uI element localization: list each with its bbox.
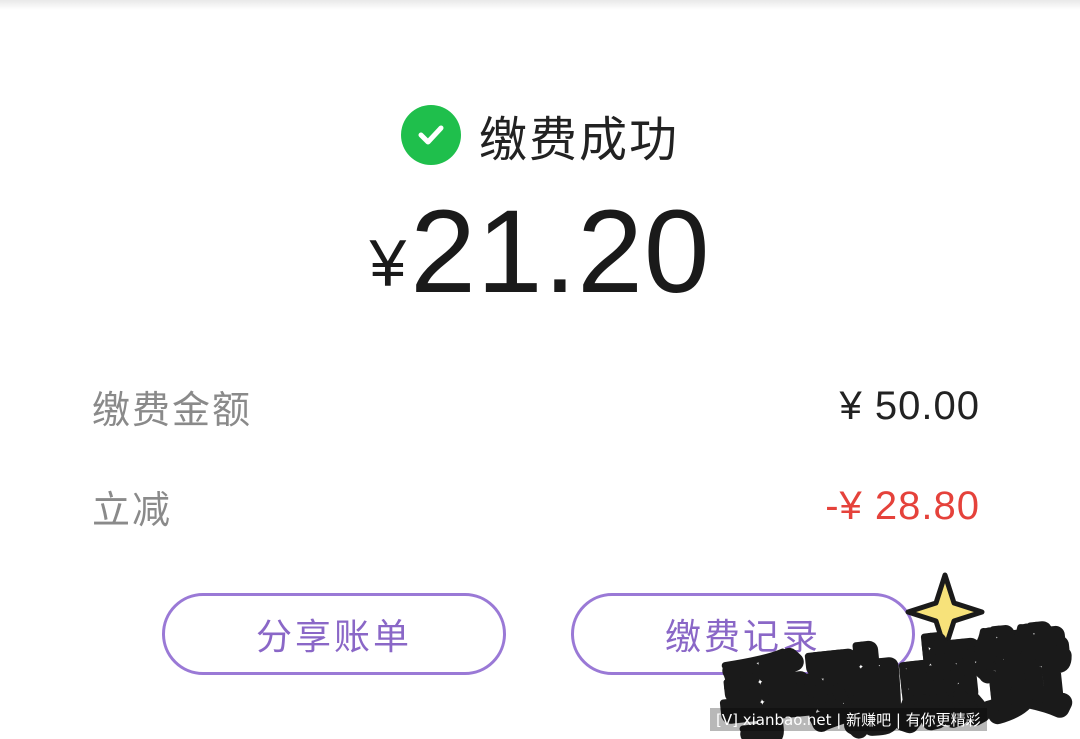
watermark: [V] xianbao.net | 新赚吧 | 有你更精彩 <box>710 708 987 731</box>
payment-status: 缴费成功 <box>0 100 1080 170</box>
detail-row-discount: 立减 -¥ 28.80 <box>92 476 980 536</box>
paid-amount: ¥21.20 <box>0 192 1080 348</box>
detail-label: 缴费金额 <box>92 387 253 432</box>
detail-row-payment-amount: 缴费金额 ¥ 50.00 <box>92 376 980 436</box>
detail-label: 立减 <box>92 487 173 532</box>
top-divider <box>0 0 1080 10</box>
share-bill-button[interactable]: 分享账单 <box>162 593 506 675</box>
detail-value: ¥ 50.00 <box>839 383 980 428</box>
check-circle-icon <box>400 105 461 165</box>
discount-value: -¥ 28.80 <box>825 483 980 528</box>
amount-value: 21.20 <box>410 186 711 318</box>
status-title: 缴费成功 <box>478 112 679 168</box>
currency-symbol: ¥ <box>369 226 407 300</box>
